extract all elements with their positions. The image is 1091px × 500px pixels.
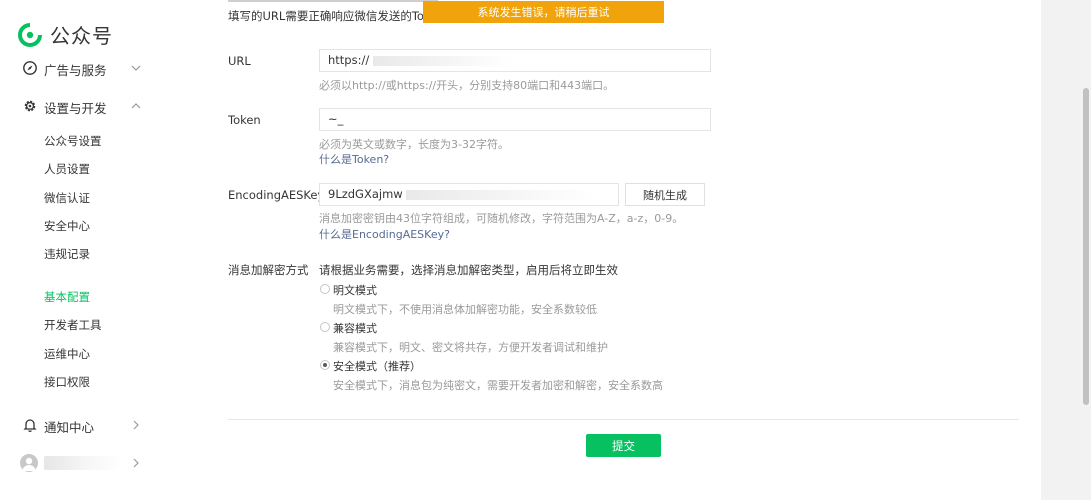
url-input-value: https:// [328, 53, 370, 67]
divider [228, 419, 1019, 420]
nav-group-dev-label: 设置与开发 [44, 101, 107, 116]
generate-key-button[interactable]: 随机生成 [625, 183, 705, 206]
aes-label: EncodingAESKey [228, 188, 325, 202]
radio-safe-label[interactable]: 安全模式（推荐） [333, 358, 421, 374]
main-panel: 填写的URL需要正确响应微信发送的Token验 系统发生错误，请稍后重试 URL… [207, 0, 1041, 500]
aes-input[interactable]: 9LzdGXajmw [319, 183, 619, 206]
sidebar-item-violations[interactable]: 违规记录 [44, 246, 90, 262]
token-help-link[interactable]: 什么是Token? [319, 151, 389, 167]
sidebar-item-account-settings[interactable]: 公众号设置 [44, 133, 102, 149]
scrollbar[interactable] [1083, 88, 1089, 405]
wechat-official-logo-icon [18, 22, 42, 47]
sidebar-item-dev-tools[interactable]: 开发者工具 [44, 317, 102, 333]
nav-group-dev[interactable]: 设置与开发 [0, 98, 207, 116]
sidebar-item-staff-settings[interactable]: 人员设置 [44, 161, 90, 177]
sidebar-item-verification[interactable]: 微信认证 [44, 190, 90, 206]
gear-icon [24, 100, 36, 112]
aes-redacted [406, 189, 597, 200]
brand-logo[interactable]: 公众号 [18, 20, 113, 49]
aes-help-link[interactable]: 什么是EncodingAESKey? [319, 226, 450, 242]
sidebar-item-basic-config[interactable]: 基本配置 [44, 289, 90, 305]
nav-group-notify[interactable]: 通知中心 [0, 417, 207, 435]
account-name-redacted [44, 456, 122, 470]
compass-icon [23, 61, 37, 75]
bell-icon [23, 419, 37, 433]
sidebar-item-security-center[interactable]: 安全中心 [44, 218, 90, 234]
token-input-value: ~_ [328, 112, 344, 126]
nav-group-ads[interactable]: 广告与服务 [0, 60, 207, 78]
radio-plaintext-desc: 明文模式下，不使用消息体加解密功能，安全系数较低 [333, 303, 597, 316]
url-label: URL [228, 54, 251, 68]
radio-compatible-desc: 兼容模式下，明文、密文将共存，方便开发者调试和维护 [333, 341, 608, 354]
sidebar-item-ops-center[interactable]: 运维中心 [44, 346, 90, 362]
url-input[interactable]: https:// [319, 49, 711, 72]
intro-text: 填写的URL需要正确响应微信发送的Token验 [228, 9, 457, 23]
token-tip: 必须为英文或数字，长度为3-32字符。 [319, 138, 509, 151]
nav-group-notify-label: 通知中心 [44, 420, 95, 435]
radio-compatible[interactable] [320, 322, 330, 332]
token-input[interactable]: ~_ [319, 108, 711, 131]
radio-plaintext-label[interactable]: 明文模式 [333, 282, 377, 298]
radio-safe-desc: 安全模式下，消息包为纯密文，需要开发者加密和解密，安全系数高 [333, 379, 663, 392]
url-tip: 必须以http://或https://开头，分别支持80端口和443端口。 [319, 79, 615, 92]
user-icon [22, 457, 36, 471]
avatar[interactable] [20, 454, 38, 472]
token-label: Token [228, 113, 261, 127]
radio-compatible-label[interactable]: 兼容模式 [333, 320, 377, 336]
sidebar: 公众号 广告与服务 设置与开发 公众号设置 人员设置 微信认证 安全中心 违规记… [0, 0, 207, 500]
radio-safe[interactable] [320, 360, 330, 370]
url-redacted [372, 55, 513, 66]
aes-tip: 消息加密密钥由43位字符组成，可随机修改，字符范围为A-Z，a-z，0-9。 [319, 212, 684, 225]
submit-button[interactable]: 提交 [586, 434, 661, 457]
chevron-right-icon [133, 420, 139, 430]
sidebar-item-api-permissions[interactable]: 接口权限 [44, 374, 90, 390]
aes-input-value: 9LzdGXajmw [328, 187, 403, 201]
account-chevron-right-icon[interactable] [131, 458, 141, 468]
chevron-down-icon [131, 65, 141, 71]
error-toast: 系统发生错误，请稍后重试 [423, 1, 664, 23]
brand-name: 公众号 [50, 24, 113, 48]
mode-label: 消息加解密方式 [228, 263, 309, 277]
nav-group-ads-label: 广告与服务 [44, 63, 107, 78]
mode-description: 请根据业务需要，选择消息加解密类型，启用后将立即生效 [319, 263, 618, 277]
radio-plaintext[interactable] [320, 284, 330, 294]
chevron-up-icon [131, 103, 141, 109]
